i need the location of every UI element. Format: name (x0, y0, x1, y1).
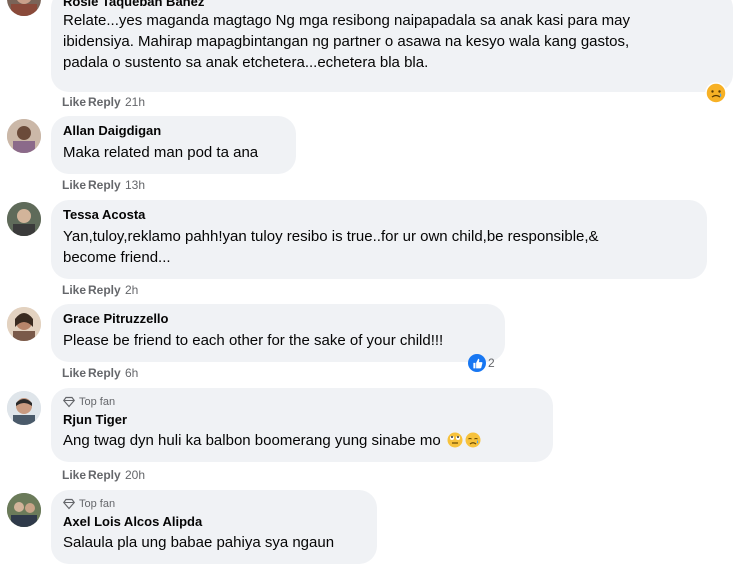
reply-button[interactable]: Reply (88, 365, 123, 381)
comment-text-line: Maka related man pod ta ana (63, 144, 259, 161)
commenter-name[interactable]: Tessa Acosta (63, 207, 695, 223)
avatar[interactable] (7, 307, 41, 341)
comment-text-line: Yan,tuloy,reklamo pahh!yan tuloy resibo … (63, 228, 599, 245)
comment-timestamp[interactable]: 20h (125, 467, 145, 483)
avatar[interactable] (7, 391, 41, 425)
diamond-icon (63, 498, 75, 510)
reply-button[interactable]: Reply (88, 282, 123, 298)
comment-actions: Like Reply 6h (62, 365, 138, 381)
comment-text-line: Please be friend to each other for the s… (63, 332, 444, 349)
reaction-count: 2 (488, 356, 495, 370)
commenter-name[interactable]: Rosie Taqueban Bañez (63, 0, 721, 10)
comment-text-line: Ang twag dyn huli ka balbon boomerang yu… (63, 430, 541, 451)
commenter-name[interactable]: Rjun Tiger (63, 412, 541, 428)
like-button[interactable]: Like (62, 94, 88, 110)
like-reaction-icon (468, 354, 486, 372)
comment-bubble: Tessa Acosta Yan,tuloy,reklamo pahh!yan … (51, 200, 707, 279)
comment-timestamp[interactable]: 21h (125, 94, 145, 110)
comment-actions: Like Reply 2h (62, 282, 138, 298)
top-fan-badge: Top fan (63, 395, 541, 409)
like-button[interactable]: Like (62, 365, 88, 381)
comment-text-line: Relate...yes maganda magtago Ng mga resi… (63, 12, 631, 29)
reply-button[interactable]: Reply (88, 467, 123, 483)
avatar[interactable] (7, 202, 41, 236)
like-button[interactable]: Like (62, 467, 88, 483)
comment-timestamp[interactable]: 2h (125, 282, 138, 298)
diamond-icon (63, 396, 75, 408)
like-button[interactable]: Like (62, 282, 88, 298)
comment-actions: Like Reply 21h (62, 94, 145, 110)
comment-actions: Like Reply 20h (62, 467, 145, 483)
comment-timestamp[interactable]: 13h (125, 177, 145, 193)
sad-relieved-emoji-icon (465, 432, 481, 448)
comment-bubble: Top fan Axel Lois Alcos Alipda Salaula p… (51, 490, 377, 564)
comment-actions: Like Reply 13h (62, 177, 145, 193)
sad-reaction-icon (705, 82, 727, 104)
comment-bubble: Allan Daigdigan Maka related man pod ta … (51, 116, 296, 174)
rolling-eyes-emoji-icon (447, 432, 463, 448)
commenter-name[interactable]: Grace Pitruzzello (63, 311, 493, 327)
comment-bubble: Top fan Rjun Tiger Ang twag dyn huli ka … (51, 388, 553, 462)
comment-timestamp[interactable]: 6h (125, 365, 138, 381)
commenter-name[interactable]: Allan Daigdigan (63, 123, 284, 139)
reaction-summary[interactable]: 2 (468, 354, 495, 372)
like-button[interactable]: Like (62, 177, 88, 193)
avatar[interactable] (7, 119, 41, 153)
reply-button[interactable]: Reply (88, 177, 123, 193)
comment-text-line: ibidensiya. Mahirap mapagbintangan ng pa… (63, 33, 630, 50)
top-fan-badge: Top fan (63, 497, 365, 511)
comment-bubble: Grace Pitruzzello Please be friend to ea… (51, 304, 505, 362)
comment-text-line: padala o sustento sa anak etchetera...ec… (63, 54, 429, 71)
commenter-name[interactable]: Axel Lois Alcos Alipda (63, 514, 365, 530)
avatar[interactable] (7, 0, 41, 16)
avatar[interactable] (7, 493, 41, 527)
sad-reaction-badge[interactable] (705, 82, 727, 104)
comment-bubble: Rosie Taqueban Bañez Relate...yes magand… (51, 0, 733, 92)
comment-text-line: become friend... (63, 249, 171, 266)
reply-button[interactable]: Reply (88, 94, 123, 110)
